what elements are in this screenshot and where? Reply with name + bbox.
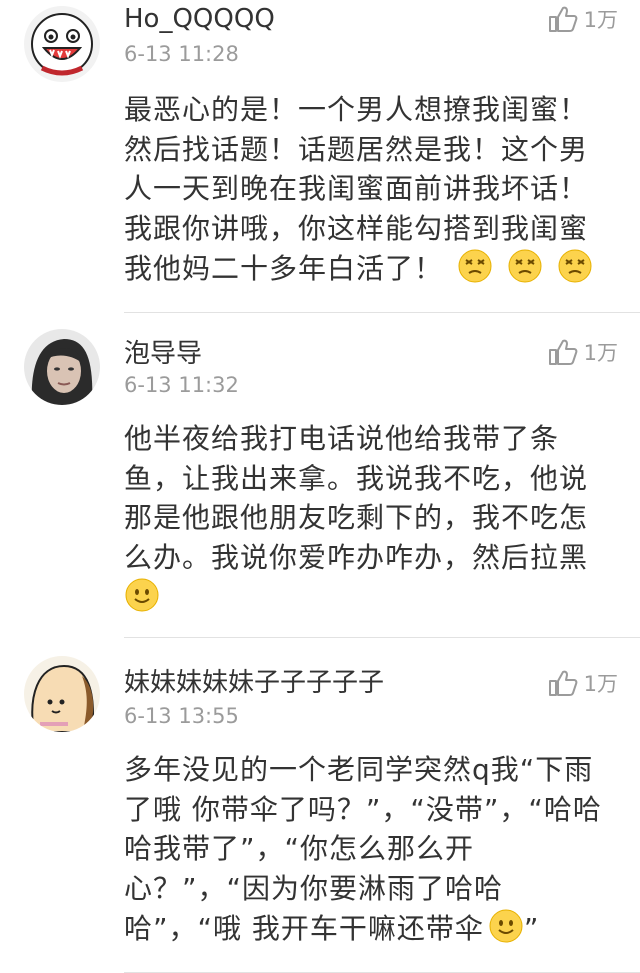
cartoon-face-avatar-icon	[24, 656, 100, 732]
woman-photo-avatar-icon	[24, 329, 100, 405]
comment-line: 我他妈二十多年白活了！	[124, 248, 614, 295]
comment-body: 多年没见的一个老同学突然q我“下雨 了哦 你带伞了吗？”，“没带”，“哈哈 哈我…	[124, 750, 614, 955]
comment-line: 心？”，“因为你要淋雨了哈哈	[124, 871, 504, 905]
comment-line: 我跟你讲哦，你这样能勾搭到我闺蜜	[124, 211, 589, 245]
timestamp: 6-13 11:32	[124, 373, 239, 397]
comment-line: 最恶心的是！一个男人想撩我闺蜜！	[124, 93, 589, 126]
thumbs-up-icon	[548, 6, 578, 32]
comment-line: 他半夜给我打电话说他给我带了条	[124, 422, 560, 455]
cartoon-mascot-avatar-icon	[24, 6, 100, 82]
like-button[interactable]: 1万	[548, 337, 618, 367]
like-count: 1万	[583, 672, 618, 696]
comment-item: 泡导导 6-13 11:32 1万 他半夜给我打电话说他给我带了条 鱼，让我出来…	[0, 315, 640, 638]
thumbs-up-icon	[548, 339, 578, 365]
comment-line: 么办。我说你爱咋办咋办，然后拉黑	[124, 540, 589, 574]
comment-line: 哈我带了”，“你怎么那么开	[124, 832, 475, 865]
comment-body: 最恶心的是！一个男人想撩我闺蜜！ 然后找话题！话题居然是我！这个男 人一天到晚在…	[124, 90, 614, 295]
avatar[interactable]	[24, 6, 100, 82]
comment-line: 了哦 你带伞了吗？”，“没带”，“哈哈	[124, 792, 602, 826]
dizzy-face-emoji-icon	[507, 248, 543, 295]
comment-body: 他半夜给我打电话说他给我带了条 鱼，让我出来拿。我说我不吃，他说 那是他跟他朋友…	[124, 419, 614, 624]
username[interactable]: Ho_QQQQQ	[124, 4, 275, 34]
like-count: 1万	[583, 341, 618, 365]
comment-line: 多年没见的一个老同学突然q我“下雨	[124, 753, 594, 786]
thumbs-up-icon	[548, 670, 578, 696]
divider	[124, 312, 640, 313]
comment-line: 哈”，“哦 我开车干嘛还带伞”	[124, 908, 614, 955]
comment-line: 人一天到晚在我闺蜜面前讲我坏话！	[124, 172, 589, 205]
dizzy-face-emoji-icon	[557, 248, 593, 295]
dizzy-face-emoji-icon	[457, 248, 493, 295]
timestamp: 6-13 11:28	[124, 42, 239, 66]
avatar[interactable]	[24, 329, 100, 405]
comment-item: 妹妹妹妹妹子子子子子 6-13 13:55 1万 多年没见的一个老同学突然q我“…	[0, 638, 640, 973]
comment-line: 然后找话题！话题居然是我！这个男	[124, 132, 589, 166]
like-button[interactable]: 1万	[548, 4, 618, 34]
username[interactable]: 妹妹妹妹妹子子子子子	[124, 662, 384, 699]
like-count: 1万	[583, 8, 618, 32]
like-button[interactable]: 1万	[548, 668, 618, 698]
comment-line: 那是他跟他朋友吃剩下的，我不吃怎	[124, 501, 589, 534]
comment-line: 鱼，让我出来拿。我说我不吃，他说	[124, 461, 589, 495]
avatar[interactable]	[24, 656, 100, 732]
smile-emoji-icon	[488, 908, 524, 955]
comment-item: Ho_QQQQQ 6-13 11:28 1万 最恶心的是！一个男人想撩我闺蜜！ …	[0, 0, 640, 315]
comment-line	[124, 577, 614, 624]
smile-emoji-icon	[124, 577, 160, 624]
username[interactable]: 泡导导	[124, 333, 202, 370]
timestamp: 6-13 13:55	[124, 704, 239, 728]
